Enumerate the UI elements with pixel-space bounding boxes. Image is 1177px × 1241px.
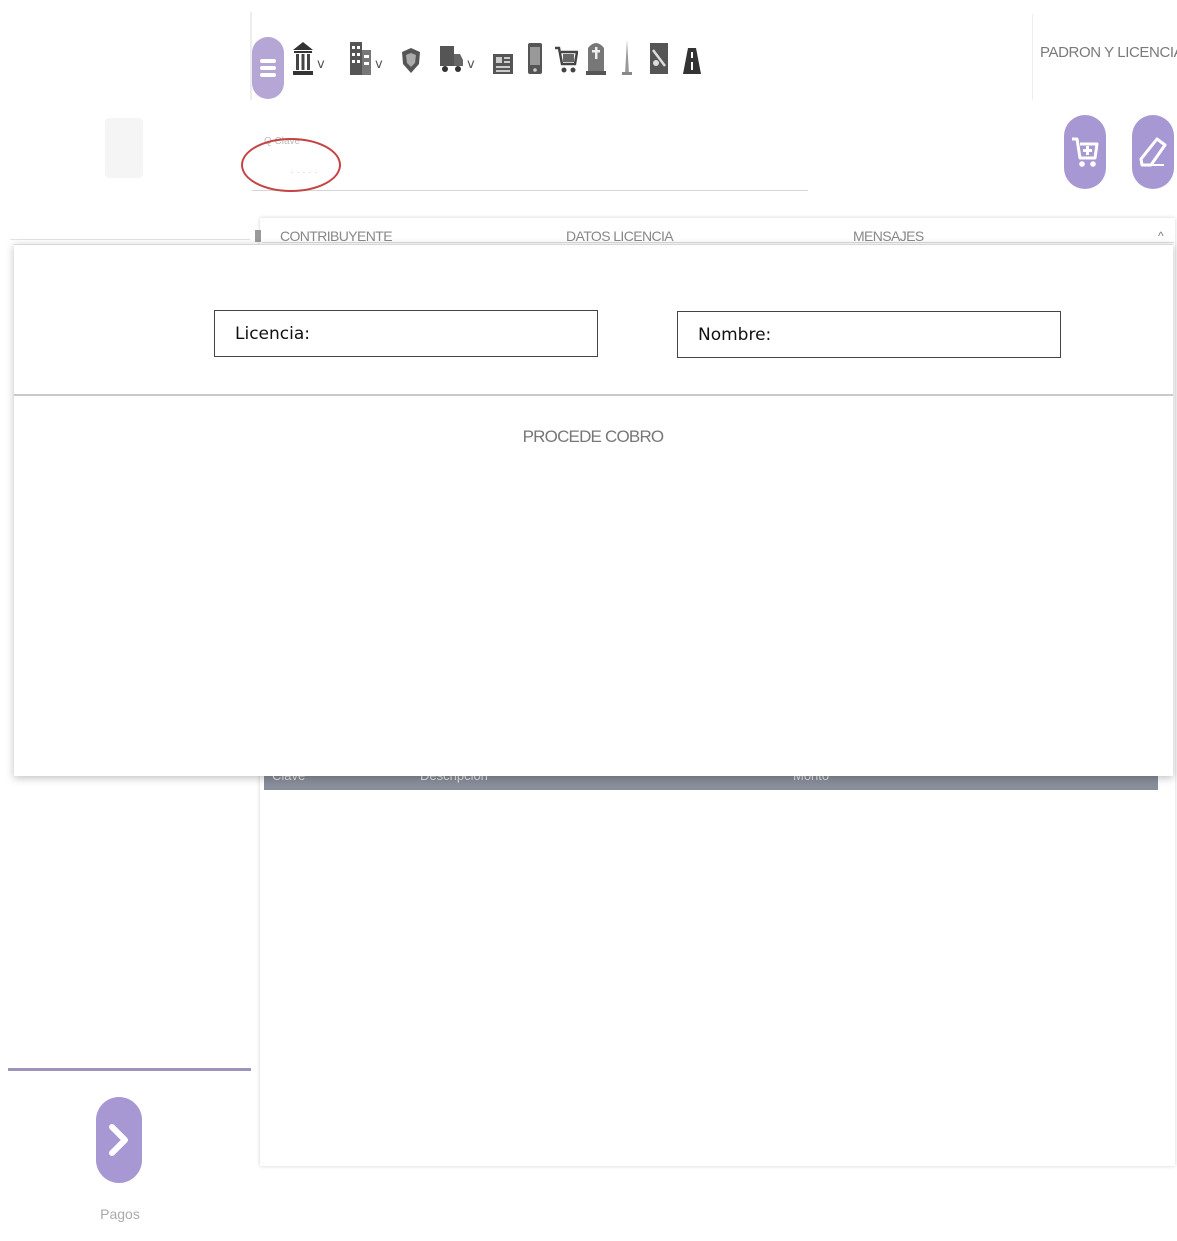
phone-icon bbox=[528, 43, 542, 74]
tab-contribuyente[interactable]: CONTRIBUYENTE bbox=[280, 228, 393, 244]
chevron-right-icon bbox=[109, 1124, 128, 1156]
sidebar-placeholder bbox=[105, 118, 143, 178]
nombre-label: Nombre: bbox=[698, 325, 772, 345]
tool-tombstone[interactable] bbox=[584, 36, 608, 76]
add-to-cart-button[interactable] bbox=[1064, 115, 1106, 189]
tower-icon bbox=[622, 40, 632, 75]
road-icon bbox=[683, 48, 701, 74]
hamburger-icon bbox=[260, 56, 276, 80]
tool-museum[interactable]: v bbox=[292, 36, 325, 76]
cart-icon bbox=[555, 46, 578, 73]
pagos-button[interactable] bbox=[96, 1097, 142, 1183]
tool-shield[interactable] bbox=[400, 36, 422, 76]
museum-icon bbox=[293, 42, 313, 75]
module-title: PADRON Y LICENCIAS bbox=[1040, 44, 1177, 61]
shield-icon bbox=[402, 48, 420, 73]
eraser-button[interactable] bbox=[1132, 115, 1174, 189]
building-icon bbox=[350, 42, 371, 75]
chevron-down-icon: v bbox=[317, 57, 325, 72]
newspaper-icon bbox=[493, 54, 513, 74]
chevron-down-icon: v bbox=[467, 57, 475, 72]
eraser-icon bbox=[1139, 137, 1167, 167]
truck-icon bbox=[440, 46, 463, 72]
licencia-field[interactable]: Licencia: bbox=[214, 310, 598, 357]
highlight-ellipse bbox=[241, 138, 341, 192]
tool-document[interactable] bbox=[648, 36, 670, 76]
tombstone-icon bbox=[586, 43, 606, 75]
tool-tower[interactable] bbox=[620, 36, 634, 76]
tool-truck[interactable]: v bbox=[438, 36, 475, 76]
tabs-row bbox=[262, 226, 1174, 243]
tab-mensajes[interactable]: MENSAJES bbox=[853, 228, 924, 244]
tool-cart[interactable] bbox=[554, 36, 578, 76]
procede-cobro-text: PROCEDE COBRO bbox=[522, 427, 665, 446]
document-icon bbox=[650, 43, 668, 74]
tool-phone[interactable] bbox=[526, 36, 544, 76]
sidebar-divider bbox=[10, 239, 250, 240]
licencia-label: Licencia: bbox=[235, 324, 310, 344]
modal-divider bbox=[14, 394, 1173, 396]
menu-button[interactable] bbox=[252, 37, 284, 99]
cart-add-icon bbox=[1072, 137, 1099, 167]
nombre-field[interactable]: Nombre: bbox=[677, 311, 1061, 358]
tool-newspaper[interactable] bbox=[492, 36, 514, 76]
sidebar-separator bbox=[8, 1068, 251, 1071]
chevron-down-icon: v bbox=[375, 57, 383, 72]
tool-building[interactable]: v bbox=[348, 36, 383, 76]
scroll-up-button[interactable]: ^ bbox=[1158, 229, 1164, 243]
tab-datos-licencia[interactable]: DATOS LICENCIA bbox=[566, 228, 674, 244]
pagos-label: Pagos bbox=[100, 1206, 140, 1222]
tool-road[interactable] bbox=[682, 36, 702, 76]
tab-indicator bbox=[255, 230, 261, 242]
